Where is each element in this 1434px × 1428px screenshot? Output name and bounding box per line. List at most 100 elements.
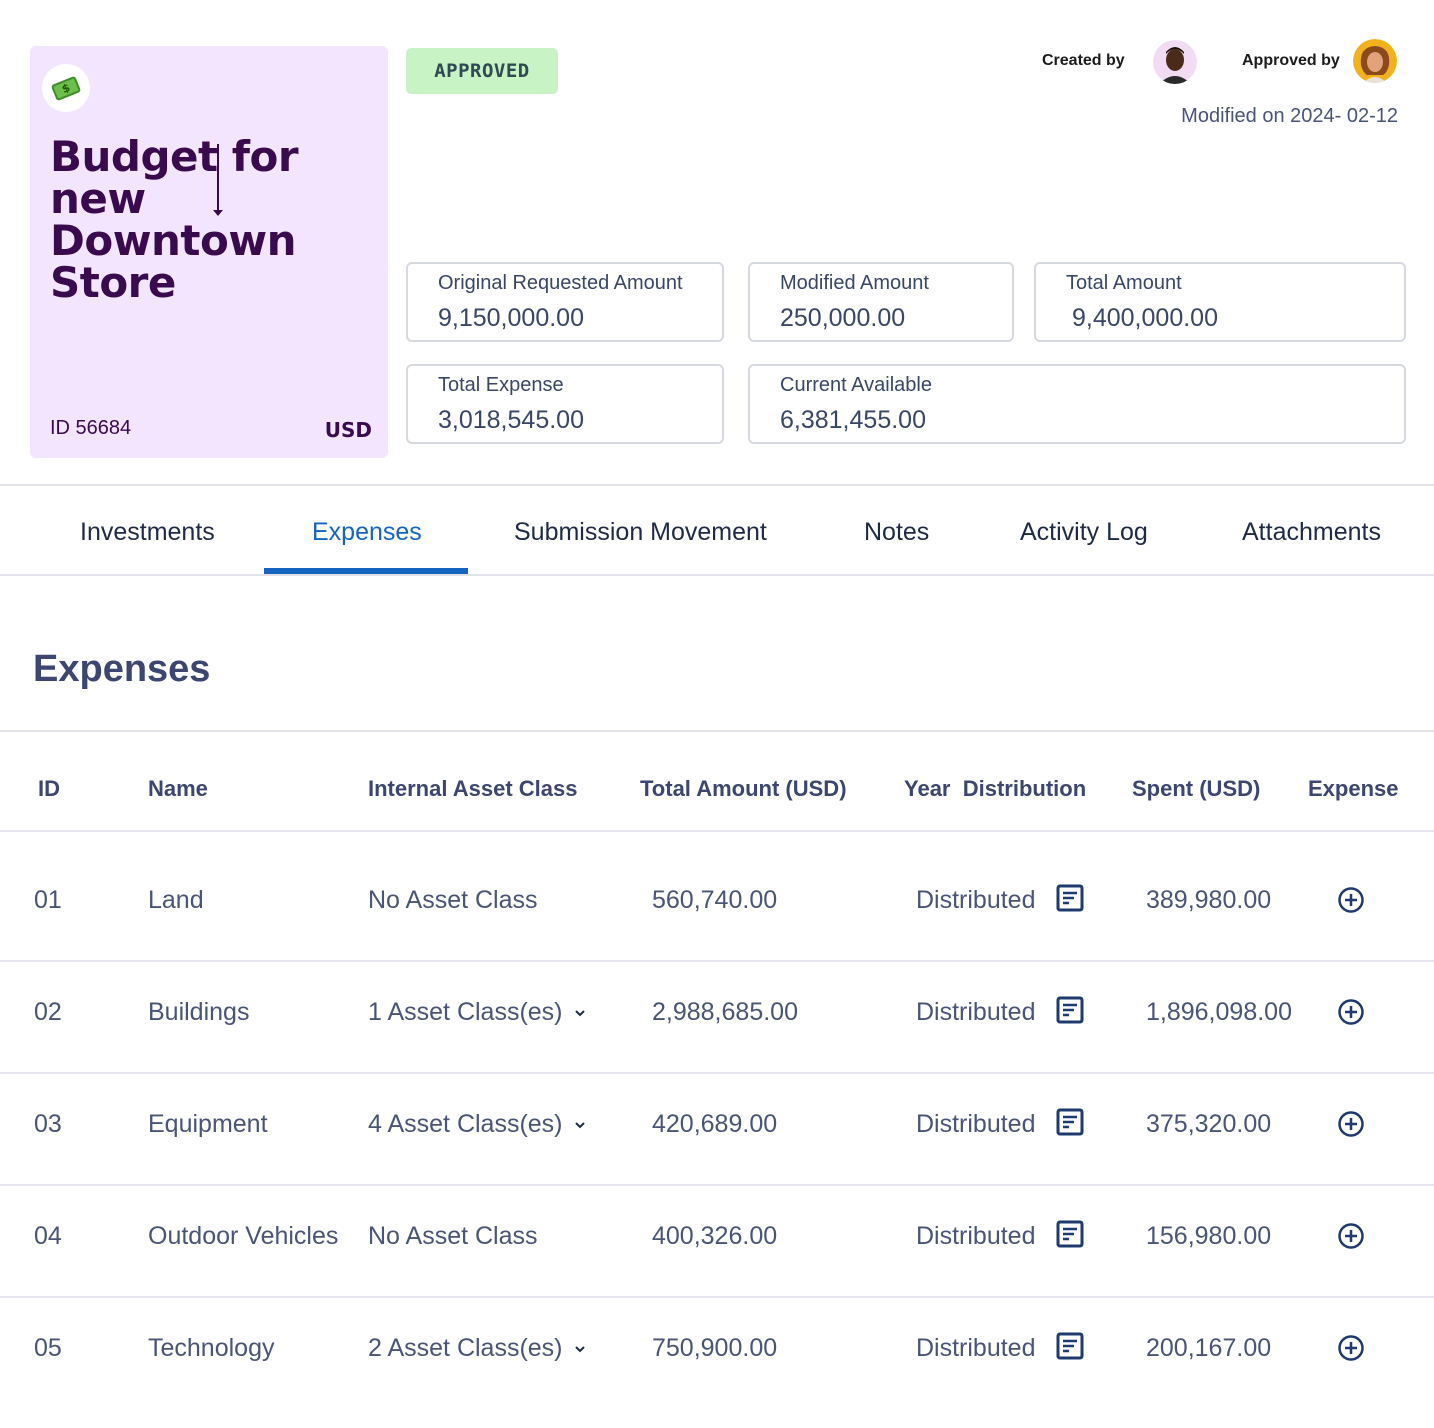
row-divider — [0, 960, 1434, 962]
distribution-details-icon[interactable] — [1056, 1108, 1084, 1136]
row-total-amount: 750,900.00 — [652, 1334, 777, 1363]
row-asset-class-text: 2 Asset Class(es) — [368, 1334, 563, 1362]
tab-submission-movement[interactable]: Submission Movement — [514, 518, 767, 547]
row-total-amount-text: 2,988,685.00 — [652, 998, 798, 1026]
row-spent: 200,167.00 — [1146, 1334, 1271, 1363]
row-divider — [0, 1184, 1434, 1186]
row-distribution: Distributed — [916, 998, 1036, 1027]
row-asset-class: No Asset Class — [368, 886, 538, 915]
row-distribution: Distributed — [916, 1334, 1036, 1363]
stat-label: Current Available — [780, 374, 932, 396]
row-name-text: Buildings — [148, 998, 250, 1026]
row-distribution: Distributed — [916, 1110, 1036, 1139]
column-header-total-amount[interactable]: Total Amount (USD) — [640, 776, 847, 802]
stat-modified-amount: Modified Amount 250,000.00 — [748, 262, 1014, 342]
text-cursor-icon — [213, 144, 223, 216]
row-asset-class-text: 1 Asset Class(es) — [368, 998, 563, 1026]
row-divider — [0, 1296, 1434, 1298]
add-expense-button[interactable] — [1337, 1110, 1365, 1138]
row-id-text: 03 — [34, 1110, 62, 1138]
row-asset-class: No Asset Class — [368, 1222, 538, 1251]
section-title: Expenses — [33, 648, 211, 690]
tabs-bottom-divider — [0, 574, 1434, 576]
row-spent-text: 375,320.00 — [1146, 1110, 1272, 1138]
row-name-text: Land — [148, 886, 204, 914]
add-expense-button[interactable] — [1337, 886, 1365, 914]
row-name-text: Outdoor Vehicles — [148, 1222, 339, 1250]
row-divider — [0, 1072, 1434, 1074]
row-distribution-text: Distributed — [916, 886, 1036, 914]
stat-label: Total Amount — [1066, 272, 1182, 294]
distribution-details-icon[interactable] — [1056, 1332, 1084, 1360]
row-distribution: Distributed — [916, 886, 1036, 915]
row-name: Technology — [148, 1334, 274, 1363]
row-asset-class[interactable]: 2 Asset Class(es) — [368, 1334, 587, 1363]
chevron-down-icon[interactable] — [573, 1006, 587, 1020]
stat-total-amount: Total Amount 9,400,000.00 — [1034, 262, 1406, 342]
budget-title: Budget for new Downtown Store — [50, 132, 299, 307]
row-id: 05 — [34, 1334, 62, 1363]
column-header-spent[interactable]: Spent (USD) — [1132, 776, 1260, 802]
modified-date: Modified on 2024- 02-12 — [1181, 105, 1398, 127]
row-spent-text: 200,167.00 — [1146, 1334, 1272, 1362]
column-header-id[interactable]: ID — [38, 776, 60, 802]
row-distribution: Distributed — [916, 1222, 1036, 1251]
chevron-down-icon[interactable] — [573, 1342, 587, 1356]
tab-notes[interactable]: Notes — [864, 518, 929, 547]
budget-card: $ Budget for new Downtown Store ID 56684… — [30, 46, 388, 458]
approver-avatar[interactable] — [1353, 39, 1397, 83]
row-id-text: 04 — [34, 1222, 62, 1250]
row-distribution-text: Distributed — [916, 998, 1036, 1026]
row-distribution-text: Distributed — [916, 1110, 1036, 1138]
column-header-expense[interactable]: Expense — [1308, 776, 1399, 802]
row-asset-class-text: No Asset Class — [368, 1222, 538, 1250]
row-spent-text: 156,980.00 — [1146, 1222, 1272, 1250]
row-spent: 389,980.00 — [1146, 886, 1271, 915]
section-divider — [0, 730, 1434, 732]
column-header-asset-class[interactable]: Internal Asset Class — [368, 776, 578, 802]
money-bill-icon: $ — [42, 64, 90, 112]
row-distribution-text: Distributed — [916, 1222, 1036, 1250]
row-spent-text: 389,980.00 — [1146, 886, 1272, 914]
row-spent-text: 1,896,098.00 — [1146, 998, 1292, 1026]
row-name: Outdoor Vehicles — [148, 1222, 338, 1251]
row-total-amount: 2,988,685.00 — [652, 998, 798, 1027]
row-name-text: Equipment — [148, 1110, 268, 1138]
stat-label: Total Expense — [438, 374, 564, 396]
row-asset-class-text: No Asset Class — [368, 886, 538, 914]
row-total-amount-text: 750,900.00 — [652, 1334, 778, 1362]
tab-investments[interactable]: Investments — [80, 518, 215, 547]
row-distribution-text: Distributed — [916, 1334, 1036, 1362]
row-spent: 156,980.00 — [1146, 1222, 1271, 1251]
add-expense-button[interactable] — [1337, 998, 1365, 1026]
stat-label: Original Requested Amount — [438, 272, 683, 294]
row-total-amount: 560,740.00 — [652, 886, 777, 915]
row-asset-class[interactable]: 4 Asset Class(es) — [368, 1110, 587, 1139]
row-name-text: Technology — [148, 1334, 275, 1362]
row-id-text: 02 — [34, 998, 62, 1026]
chevron-down-icon[interactable] — [573, 1118, 587, 1132]
creator-avatar[interactable] — [1153, 40, 1197, 84]
add-expense-button[interactable] — [1337, 1334, 1365, 1362]
tab-activity-log[interactable]: Activity Log — [1020, 518, 1148, 547]
row-id-text: 01 — [34, 886, 62, 914]
row-total-amount: 420,689.00 — [652, 1110, 777, 1139]
row-spent: 1,896,098.00 — [1146, 998, 1292, 1027]
add-expense-button[interactable] — [1337, 1222, 1365, 1250]
stat-value: 9,150,000.00 — [438, 304, 584, 332]
stat-value: 9,400,000.00 — [1072, 304, 1218, 332]
stat-label: Modified Amount — [780, 272, 929, 294]
budget-currency: USD — [324, 418, 372, 442]
row-name: Equipment — [148, 1110, 268, 1139]
row-total-amount-text: 420,689.00 — [652, 1110, 778, 1138]
row-asset-class[interactable]: 1 Asset Class(es) — [368, 998, 587, 1027]
row-id: 04 — [34, 1222, 62, 1251]
distribution-details-icon[interactable] — [1056, 1220, 1084, 1248]
column-header-name[interactable]: Name — [148, 776, 208, 802]
column-header-year-distribution[interactable]: Year Distribution — [904, 776, 1086, 802]
distribution-details-icon[interactable] — [1056, 996, 1084, 1024]
row-id: 03 — [34, 1110, 62, 1139]
tab-attachments[interactable]: Attachments — [1242, 518, 1381, 547]
distribution-details-icon[interactable] — [1056, 884, 1084, 912]
tab-expenses[interactable]: Expenses — [312, 518, 422, 547]
